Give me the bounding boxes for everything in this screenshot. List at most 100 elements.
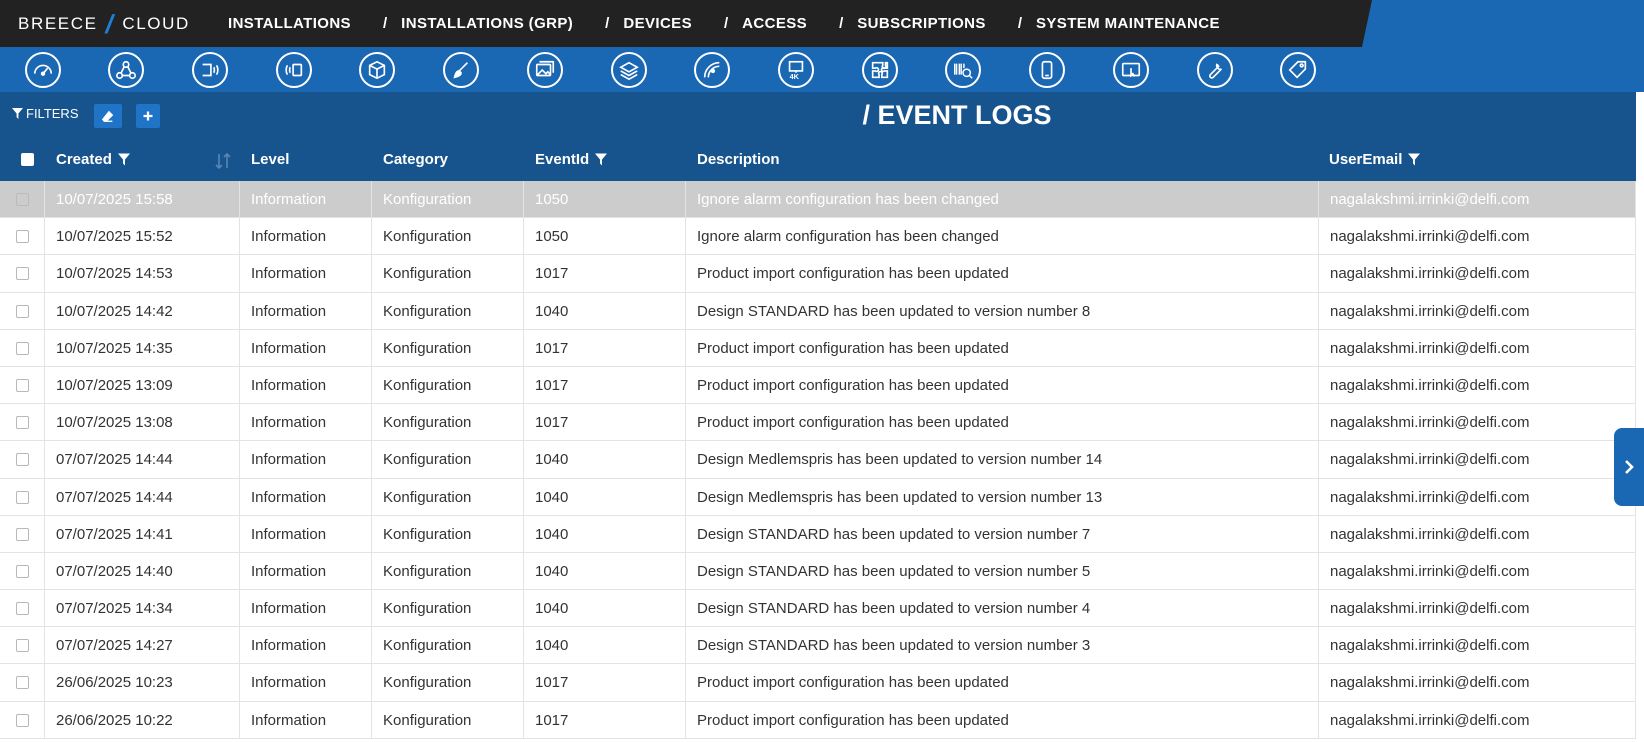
category-cell: Konfiguration bbox=[371, 627, 523, 665]
level-cell: Information bbox=[239, 218, 371, 256]
brush-icon[interactable] bbox=[443, 52, 479, 88]
filter-icon[interactable] bbox=[117, 153, 130, 166]
touch-screen-icon[interactable] bbox=[1113, 52, 1149, 88]
row-checkbox[interactable] bbox=[16, 676, 29, 690]
monitor-4k-icon[interactable]: 4K bbox=[778, 52, 814, 88]
description-cell: Design Medlemspris has been updated to v… bbox=[685, 441, 1318, 479]
table-row[interactable]: 10/07/2025 15:58 Information Konfiguration… bbox=[0, 181, 1636, 219]
column-category[interactable]: Category bbox=[383, 138, 448, 181]
table-row[interactable]: 10/07/2025 14:53 Information Konfiguration… bbox=[0, 255, 1636, 293]
row-checkbox[interactable] bbox=[16, 527, 29, 541]
table-row[interactable]: 07/07/2025 14:41 Information Konfiguration… bbox=[0, 515, 1636, 553]
row-checkbox[interactable] bbox=[16, 304, 29, 318]
nav-subscriptions[interactable]: SUBSCRIPTIONS bbox=[857, 15, 986, 32]
add-filter-button[interactable] bbox=[136, 104, 160, 128]
select-all-checkbox[interactable] bbox=[21, 153, 34, 166]
row-checkbox[interactable] bbox=[16, 267, 29, 281]
nav-access[interactable]: ACCESS bbox=[742, 15, 807, 32]
category-cell: Konfiguration bbox=[371, 515, 523, 553]
layers-icon[interactable] bbox=[611, 52, 647, 88]
row-checkbox[interactable] bbox=[16, 416, 29, 430]
row-checkbox[interactable] bbox=[16, 453, 29, 467]
level-cell: Information bbox=[239, 701, 371, 739]
rfid-reader-icon[interactable] bbox=[276, 52, 312, 88]
useremail-cell: nagalakshmi.irrinki@delfi.com bbox=[1318, 664, 1636, 702]
table-row[interactable]: 07/07/2025 14:34 Information Konfiguration… bbox=[0, 590, 1636, 628]
useremail-cell: nagalakshmi.irrinki@delfi.com bbox=[1318, 404, 1636, 442]
useremail-cell: nagalakshmi.irrinki@delfi.com bbox=[1318, 441, 1636, 479]
level-cell: Information bbox=[239, 664, 371, 702]
clear-filters-button[interactable] bbox=[94, 104, 122, 128]
column-eventid[interactable]: EventId bbox=[535, 138, 608, 181]
table-row[interactable]: 26/06/2025 10:23 Information Konfiguration… bbox=[0, 664, 1636, 702]
plus-icon bbox=[143, 111, 153, 121]
row-checkbox-cell bbox=[0, 404, 44, 441]
column-level-label: Level bbox=[251, 151, 290, 168]
brand-logo[interactable]: BREECE / CLOUD bbox=[18, 9, 190, 39]
filter-icon[interactable] bbox=[1408, 153, 1421, 166]
puzzle-icon[interactable] bbox=[862, 52, 898, 88]
column-level[interactable]: Level bbox=[251, 138, 289, 181]
table-row[interactable]: 10/07/2025 13:09 Information Konfiguration… bbox=[0, 366, 1636, 405]
useremail-cell: nagalakshmi.irrinki@delfi.com bbox=[1318, 515, 1636, 553]
row-checkbox[interactable] bbox=[16, 713, 29, 727]
useremail-cell: nagalakshmi.irrinki@delfi.com bbox=[1318, 366, 1636, 404]
images-icon[interactable] bbox=[527, 52, 563, 88]
column-description[interactable]: Description bbox=[697, 138, 780, 181]
table-row[interactable]: 07/07/2025 14:27 Information Konfiguration… bbox=[0, 627, 1636, 665]
door-sensor-icon[interactable] bbox=[192, 52, 228, 88]
table-row[interactable]: 26/06/2025 10:22 Information Konfiguration… bbox=[0, 701, 1636, 739]
level-cell: Information bbox=[239, 590, 371, 628]
svg-text:4K: 4K bbox=[790, 72, 800, 81]
row-checkbox[interactable] bbox=[16, 193, 29, 206]
row-checkbox[interactable] bbox=[16, 602, 29, 616]
level-cell: Information bbox=[239, 441, 371, 479]
brand-right: CLOUD bbox=[122, 14, 190, 33]
description-cell: Ignore alarm configuration has been chan… bbox=[685, 218, 1318, 256]
table-row[interactable]: 10/07/2025 14:35 Information Konfiguration… bbox=[0, 329, 1636, 367]
eraser-icon bbox=[101, 110, 114, 122]
row-checkbox[interactable] bbox=[16, 564, 29, 578]
nav-system-maintenance[interactable]: SYSTEM MAINTENANCE bbox=[1036, 15, 1220, 32]
row-checkbox[interactable] bbox=[16, 230, 29, 244]
mobile-phone-icon[interactable] bbox=[1029, 52, 1065, 88]
column-useremail[interactable]: UserEmail bbox=[1329, 138, 1421, 181]
price-tag-icon[interactable] bbox=[1280, 52, 1316, 88]
package-icon[interactable] bbox=[359, 52, 395, 88]
eventid-cell: 1017 bbox=[523, 664, 685, 702]
table-row[interactable]: 07/07/2025 14:40 Information Konfiguration… bbox=[0, 552, 1636, 591]
table-row[interactable]: 07/07/2025 14:44 Information Konfiguration… bbox=[0, 478, 1636, 516]
nav-installations-grp[interactable]: INSTALLATIONS (GRP) bbox=[401, 15, 573, 32]
row-checkbox[interactable] bbox=[16, 490, 29, 504]
table-row[interactable]: 10/07/2025 13:08 Information Konfiguration… bbox=[0, 404, 1636, 442]
wrench-icon[interactable] bbox=[1197, 52, 1233, 88]
description-cell: Product import configuration has been up… bbox=[685, 701, 1318, 739]
description-cell: Design Medlemspris has been updated to v… bbox=[685, 478, 1318, 516]
dashboard-icon[interactable] bbox=[25, 52, 61, 88]
column-created[interactable]: Created bbox=[56, 138, 130, 181]
description-cell: Product import configuration has been up… bbox=[685, 366, 1318, 404]
level-cell: Information bbox=[239, 255, 371, 293]
barcode-search-icon[interactable] bbox=[945, 52, 981, 88]
created-cell: 10/07/2025 14:53 bbox=[44, 255, 239, 293]
network-icon[interactable] bbox=[108, 52, 144, 88]
row-checkbox[interactable] bbox=[16, 639, 29, 653]
filter-icon[interactable] bbox=[595, 153, 608, 166]
row-checkbox[interactable] bbox=[16, 378, 29, 392]
nav-devices[interactable]: DEVICES bbox=[623, 15, 692, 32]
table-row[interactable]: 10/07/2025 15:52 Information Konfiguration… bbox=[0, 218, 1636, 256]
side-panel-toggle[interactable] bbox=[1614, 428, 1644, 506]
table-header: Created Level Category EventId Descripti… bbox=[0, 138, 1636, 181]
created-cell: 07/07/2025 14:40 bbox=[44, 552, 239, 590]
row-checkbox[interactable] bbox=[16, 341, 29, 355]
table-row[interactable]: 07/07/2025 14:44 Information Konfiguration… bbox=[0, 441, 1636, 479]
table-row[interactable]: 10/07/2025 14:42 Information Konfiguration… bbox=[0, 292, 1636, 330]
level-cell: Information bbox=[239, 404, 371, 442]
signal-icon[interactable] bbox=[694, 52, 730, 88]
useremail-cell: nagalakshmi.irrinki@delfi.com bbox=[1318, 627, 1636, 665]
level-cell: Information bbox=[239, 552, 371, 590]
sort-icon[interactable] bbox=[214, 153, 232, 169]
nav-installations[interactable]: INSTALLATIONS bbox=[228, 15, 351, 32]
useremail-cell: nagalakshmi.irrinki@delfi.com bbox=[1318, 701, 1636, 739]
filters-toggle[interactable]: FILTERS bbox=[12, 106, 79, 121]
